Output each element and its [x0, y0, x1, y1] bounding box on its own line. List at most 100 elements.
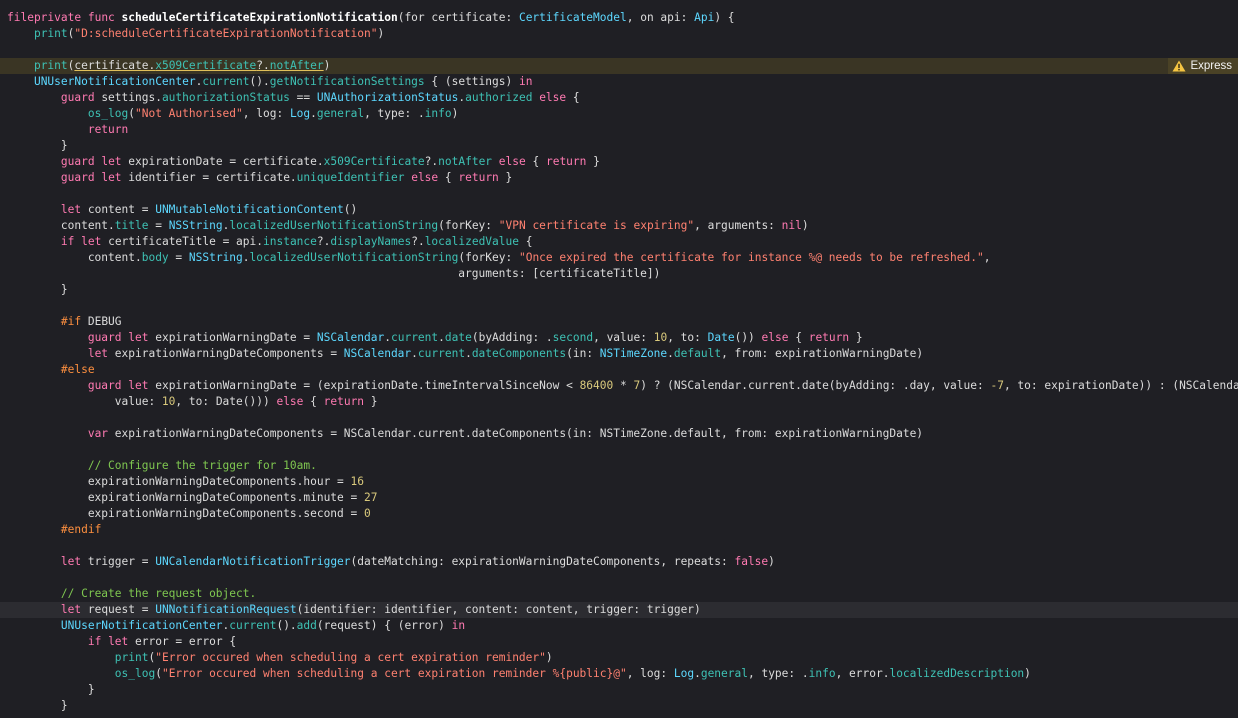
code-line[interactable]: expirationWarningDateComponents.second =…	[0, 506, 1238, 522]
property-name: displayNames	[330, 235, 412, 248]
code-line[interactable]: #if DEBUG	[0, 314, 1238, 330]
code-line[interactable]: arguments: [certificateTitle])	[0, 266, 1238, 282]
code-text: }	[7, 683, 95, 696]
code-line[interactable]: guard let expirationWarningDate = NSCale…	[0, 330, 1238, 346]
code-line[interactable]: #endif	[0, 522, 1238, 538]
type-name: UNAuthorizationStatus	[316, 91, 459, 104]
code-line[interactable]: print("D:scheduleCertificateExpirationNo…	[0, 26, 1238, 42]
code-line[interactable]: let trigger = UNCalendarNotificationTrig…	[0, 554, 1238, 570]
code-line[interactable]: expirationWarningDateComponents.minute =…	[0, 490, 1238, 506]
code-text: , to: expirationDate)) : (NSCalendar.cur…	[1003, 379, 1238, 392]
string-literal: "Once expired the certificate for instan…	[518, 251, 984, 264]
code-line[interactable]: expirationWarningDateComponents.hour = 1…	[0, 474, 1238, 490]
issue-badge[interactable]: Express	[1168, 58, 1238, 74]
code-line[interactable]	[0, 298, 1238, 314]
property-name: info	[424, 107, 452, 120]
code-line[interactable]: }	[0, 698, 1238, 714]
code-line[interactable]: var expirationWarningDateComponents = NS…	[0, 426, 1238, 442]
code-text: content.	[7, 219, 115, 232]
code-line[interactable]: content.title = NSString.localizedUserNo…	[0, 218, 1238, 234]
code-line-current[interactable]: let request = UNNotificationRequest(iden…	[0, 602, 1238, 618]
code-line[interactable]: let expirationWarningDateComponents = NS…	[0, 346, 1238, 362]
code-text: {	[525, 155, 546, 168]
code-line[interactable]: }	[0, 282, 1238, 298]
code-text: )	[768, 555, 775, 568]
function-name: current	[202, 75, 250, 88]
keyword: let	[128, 331, 149, 344]
code-text: {	[788, 331, 809, 344]
code-line[interactable]: guard let expirationDate = certificate.x…	[0, 154, 1238, 170]
code-line[interactable]	[0, 442, 1238, 458]
keyword: in	[451, 619, 466, 632]
code-line[interactable]: guard let expirationWarningDate = (expir…	[0, 378, 1238, 394]
property-name: info	[808, 667, 836, 680]
number-literal: 10	[161, 395, 176, 408]
code-line[interactable]: if let certificateTitle = api.instance?.…	[0, 234, 1238, 250]
number-literal: 10	[653, 331, 668, 344]
type-name: NSCalendar	[343, 347, 412, 360]
code-line[interactable]: // Configure the trigger for 10am.	[0, 458, 1238, 474]
code-line[interactable]: os_log("Error occured when scheduling a …	[0, 666, 1238, 682]
code-text: .	[694, 667, 701, 680]
property-name: localizedValue	[424, 235, 519, 248]
code-text: *	[613, 379, 634, 392]
code-line[interactable]: return	[0, 122, 1238, 138]
code-text: }	[364, 395, 378, 408]
code-line[interactable]: fileprivate func scheduleCertificateExpi…	[0, 10, 1238, 26]
function-name: os_log	[87, 107, 129, 120]
code-line[interactable]	[0, 186, 1238, 202]
property-name: x509Certificate	[323, 155, 425, 168]
code-text: certificateTitle = api.	[101, 235, 263, 248]
string-literal: "VPN certificate is expiring"	[498, 219, 695, 232]
code-line[interactable]: guard let identifier = certificate.uniqu…	[0, 170, 1238, 186]
code-text: )	[545, 651, 553, 664]
type-name: UNUserNotificationCenter	[33, 75, 196, 88]
code-line[interactable]: os_log("Not Authorised", log: Log.genera…	[0, 106, 1238, 122]
code-text: expirationWarningDateComponents.hour =	[7, 475, 351, 488]
code-line[interactable]: // Create the request object.	[0, 586, 1238, 602]
code-line[interactable]: content.body = NSString.localizedUserNot…	[0, 250, 1238, 266]
code-line[interactable]: guard settings.authorizationStatus == UN…	[0, 90, 1238, 106]
property-name: instance	[263, 235, 317, 248]
keyword: if	[60, 235, 75, 248]
property-name: title	[114, 219, 149, 232]
code-line[interactable]: UNUserNotificationCenter.current().add(r…	[0, 618, 1238, 634]
code-line[interactable]	[0, 42, 1238, 58]
code-text: , arguments:	[694, 219, 782, 232]
code-text: expirationWarningDateComponents.second =	[7, 507, 364, 520]
code-line[interactable]: #else	[0, 362, 1238, 378]
code-line[interactable]	[0, 538, 1238, 554]
code-line[interactable]: if let error = error {	[0, 634, 1238, 650]
type-name: UNCalendarNotificationTrigger	[155, 555, 351, 568]
code-text: error = error {	[128, 635, 237, 648]
code-editor[interactable]: fileprivate func scheduleCertificateExpi…	[0, 0, 1238, 718]
code-text: (identifier: identifier, content: conten…	[296, 603, 701, 616]
code-text: content.	[7, 251, 142, 264]
code-line[interactable]: value: 10, to: Date())) else { return }	[0, 394, 1238, 410]
code-line[interactable]: UNUserNotificationCenter.current().getNo…	[0, 74, 1238, 90]
code-line[interactable]	[0, 410, 1238, 426]
type-name: UNNotificationRequest	[155, 603, 297, 616]
code-text: ?.	[411, 235, 425, 248]
code-line[interactable]: }	[0, 138, 1238, 154]
source-code[interactable]: fileprivate func scheduleCertificateExpi…	[0, 10, 1238, 714]
code-line[interactable]: let content = UNMutableNotificationConte…	[0, 202, 1238, 218]
code-text: request =	[81, 603, 156, 616]
property-name: uniqueIdentifier	[296, 171, 405, 184]
code-text: )	[801, 219, 809, 232]
code-line-warning[interactable]: print(certificate.x509Certificate?.notAf…	[0, 58, 1238, 74]
code-line[interactable]	[0, 570, 1238, 586]
keyword: return	[87, 123, 129, 136]
code-line[interactable]: print("Error occured when scheduling a c…	[0, 650, 1238, 666]
code-line[interactable]: }	[0, 682, 1238, 698]
